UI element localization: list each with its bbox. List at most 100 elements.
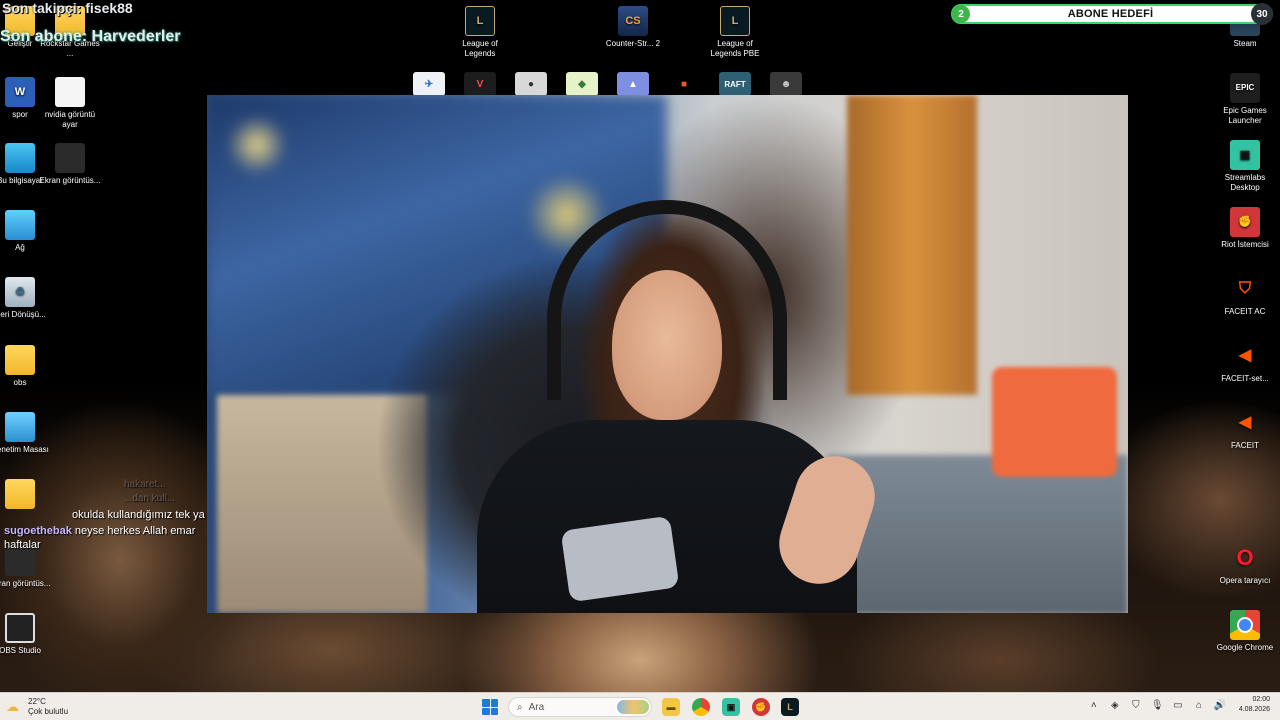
faceit-icon: ◀ — [1238, 414, 1252, 431]
search-placeholder: Ara — [528, 701, 545, 713]
weather-condition: Çok bulutlu — [28, 707, 69, 716]
search-icon: ⌕ — [517, 701, 523, 713]
icon-label: OBS Studio — [0, 646, 41, 655]
icon-label: Ekran görüntüs... — [39, 176, 101, 185]
clock-time: 02:00 — [1252, 696, 1270, 703]
monitor-icon[interactable]: ▭ — [1172, 700, 1184, 711]
riot-taskbar-icon[interactable]: ✊ — [752, 698, 770, 716]
chrome-taskbar-icon[interactable] — [692, 698, 710, 716]
plane-app-icon[interactable]: ✈ — [413, 72, 445, 96]
document-icon — [55, 77, 85, 107]
windows-logo-pane — [482, 699, 490, 707]
league-taskbar-icon[interactable]: L — [781, 698, 799, 716]
icon-label: Ekran görüntüs... — [0, 579, 51, 588]
network-icon[interactable]: ⌂ — [1193, 700, 1205, 711]
webcam-feed — [207, 95, 1128, 613]
icon-label: Ağ — [15, 243, 25, 252]
search-highlight-icon — [617, 700, 649, 714]
game-app-icon[interactable]: ● — [515, 72, 547, 96]
desktop-icon-nvidia[interactable]: nvidia görüntü ayar — [37, 77, 103, 130]
taskbar: ☁ 22°C Çok bulutlu ⌕ Ara ▬ ▣ ✊ L ˄ ◈ ⛉ 🎙… — [0, 692, 1280, 720]
faceit-setup-icon: ◀ — [1238, 347, 1252, 364]
word-icon: W — [5, 77, 35, 107]
chat-message: okulda kullandığımız tek ya — [4, 508, 208, 522]
icon-label: FACEIT-set... — [1221, 374, 1269, 383]
icon-label: FACEIT AC — [1224, 307, 1266, 316]
mario-app-icon[interactable]: ■ — [668, 72, 700, 96]
recycle-bin-icon: ♻ — [5, 277, 35, 307]
goal-target: 30 — [1251, 3, 1273, 25]
weather-temperature: 22°C — [28, 697, 46, 706]
desktop-icon-chrome[interactable]: Google Chrome — [1212, 610, 1278, 653]
icon-label: Steam — [1233, 39, 1257, 48]
desktop-icon-opera[interactable]: O Opera tarayıcı — [1212, 543, 1278, 586]
mountain-app-icon[interactable]: ▲ — [617, 72, 649, 96]
desktop-icon-recycle-bin[interactable]: ♻ Geri Dönüşü... — [0, 277, 53, 320]
streamlabs-icon: ▣ — [1230, 140, 1260, 170]
background-sofa — [827, 455, 1128, 613]
desktop-icon-league[interactable]: L League of Legends — [447, 6, 513, 59]
streamer-phone — [560, 515, 680, 603]
goal-title: ABONE HEDEFİ — [1067, 8, 1154, 20]
icon-label: Denetim Masası — [0, 445, 49, 454]
chrome-icon — [1230, 610, 1260, 640]
start-button[interactable] — [482, 699, 498, 715]
chevron-up-icon[interactable]: ˄ — [1088, 700, 1100, 711]
clock-date: 4.08.2026 — [1238, 706, 1270, 713]
cloud-icon: ☁ — [6, 699, 19, 714]
desktop-icon-epic[interactable]: EPIC Epic Games Launcher — [1212, 73, 1278, 126]
desktop-icon-network[interactable]: Ağ — [0, 210, 53, 253]
riot-icon: ✊ — [1230, 207, 1260, 237]
icon-label: obs — [13, 378, 27, 387]
chat-faded-line: ...dan kull... — [124, 493, 176, 504]
goal-current: 2 — [952, 5, 970, 23]
background-door — [847, 95, 977, 395]
windows-logo-pane — [490, 707, 498, 715]
monitor-icon — [5, 143, 35, 173]
weather-widget[interactable]: ☁ 22°C Çok bulutlu — [6, 697, 68, 717]
desktop-icon-faceit[interactable]: ◀ FACEIT — [1212, 408, 1278, 451]
icon-label: League of Legends PBE — [710, 39, 760, 58]
folder-icon — [5, 345, 35, 375]
valorant-icon[interactable]: V — [464, 72, 496, 96]
opera-icon: O — [1236, 545, 1254, 570]
raft-icon[interactable]: RAFT — [719, 72, 751, 96]
volume-icon[interactable]: 🔊 — [1214, 700, 1226, 711]
nvidia-tray-icon[interactable]: ◈ — [1109, 700, 1121, 711]
background-pillow — [992, 367, 1117, 477]
game-app-icon[interactable]: ◆ — [566, 72, 598, 96]
icon-label: nvidia görüntü ayar — [44, 110, 96, 129]
character-app-icon[interactable]: ☻ — [770, 72, 802, 96]
desktop-icon-obs-folder[interactable]: obs — [0, 345, 53, 388]
streamlabs-taskbar-icon[interactable]: ▣ — [722, 698, 740, 716]
counter-strike-icon: CS — [618, 6, 648, 36]
desktop-icon-screenshot-2[interactable]: Ekran görüntüs... — [0, 546, 53, 589]
desktop-icon-counter-strike[interactable]: CS Counter-Str... 2 — [600, 6, 666, 49]
epic-games-icon: EPIC — [1230, 73, 1260, 103]
desktop-icon-faceit-ac[interactable]: ⛉ FACEIT AC — [1212, 274, 1278, 317]
chat-username: sugoethebak — [4, 525, 72, 537]
clock[interactable]: 02:00 4.08.2026 — [1239, 695, 1270, 715]
chat-message: sugoethebak neyse herkes Allah emar — [4, 524, 208, 538]
icon-label: Google Chrome — [1216, 643, 1274, 652]
microphone-icon[interactable]: 🎙 — [1151, 700, 1164, 711]
desktop-icon-control-panel[interactable]: Denetim Masası — [0, 412, 53, 455]
screenshot-icon — [55, 143, 85, 173]
system-tray: ˄ ◈ ⛉ 🎙 ▭ ⌂ 🔊 02:00 4.08.2026 — [1088, 695, 1270, 715]
icon-label: Geri Dönüşü... — [0, 310, 46, 319]
desktop-icon-streamlabs[interactable]: ▣ Streamlabs Desktop — [1212, 140, 1278, 193]
windows-logo-pane — [490, 699, 498, 707]
shield-icon[interactable]: ⛉ — [1130, 700, 1142, 711]
desktop-icon-obs-studio[interactable]: OBS Studio — [0, 613, 53, 656]
control-panel-icon — [5, 412, 35, 442]
latest-follower-overlay: Son takipçi: fisek88 — [2, 0, 133, 16]
chat-faded-line: hakaret... — [124, 479, 166, 490]
desktop-icon-league-pbe[interactable]: L League of Legends PBE — [702, 6, 768, 59]
desktop-icon-faceit-setup[interactable]: ◀ FACEIT-set... — [1212, 341, 1278, 384]
desktop-icon-riot[interactable]: ✊ Riot İstemcisi — [1212, 207, 1278, 250]
icon-label: League of Legends — [462, 39, 498, 58]
taskbar-search[interactable]: ⌕ Ara — [508, 697, 652, 717]
icon-label: FACEIT — [1230, 441, 1259, 450]
file-explorer-icon[interactable]: ▬ — [662, 698, 680, 716]
desktop-icon-screenshot[interactable]: Ekran görüntüs... — [37, 143, 103, 186]
